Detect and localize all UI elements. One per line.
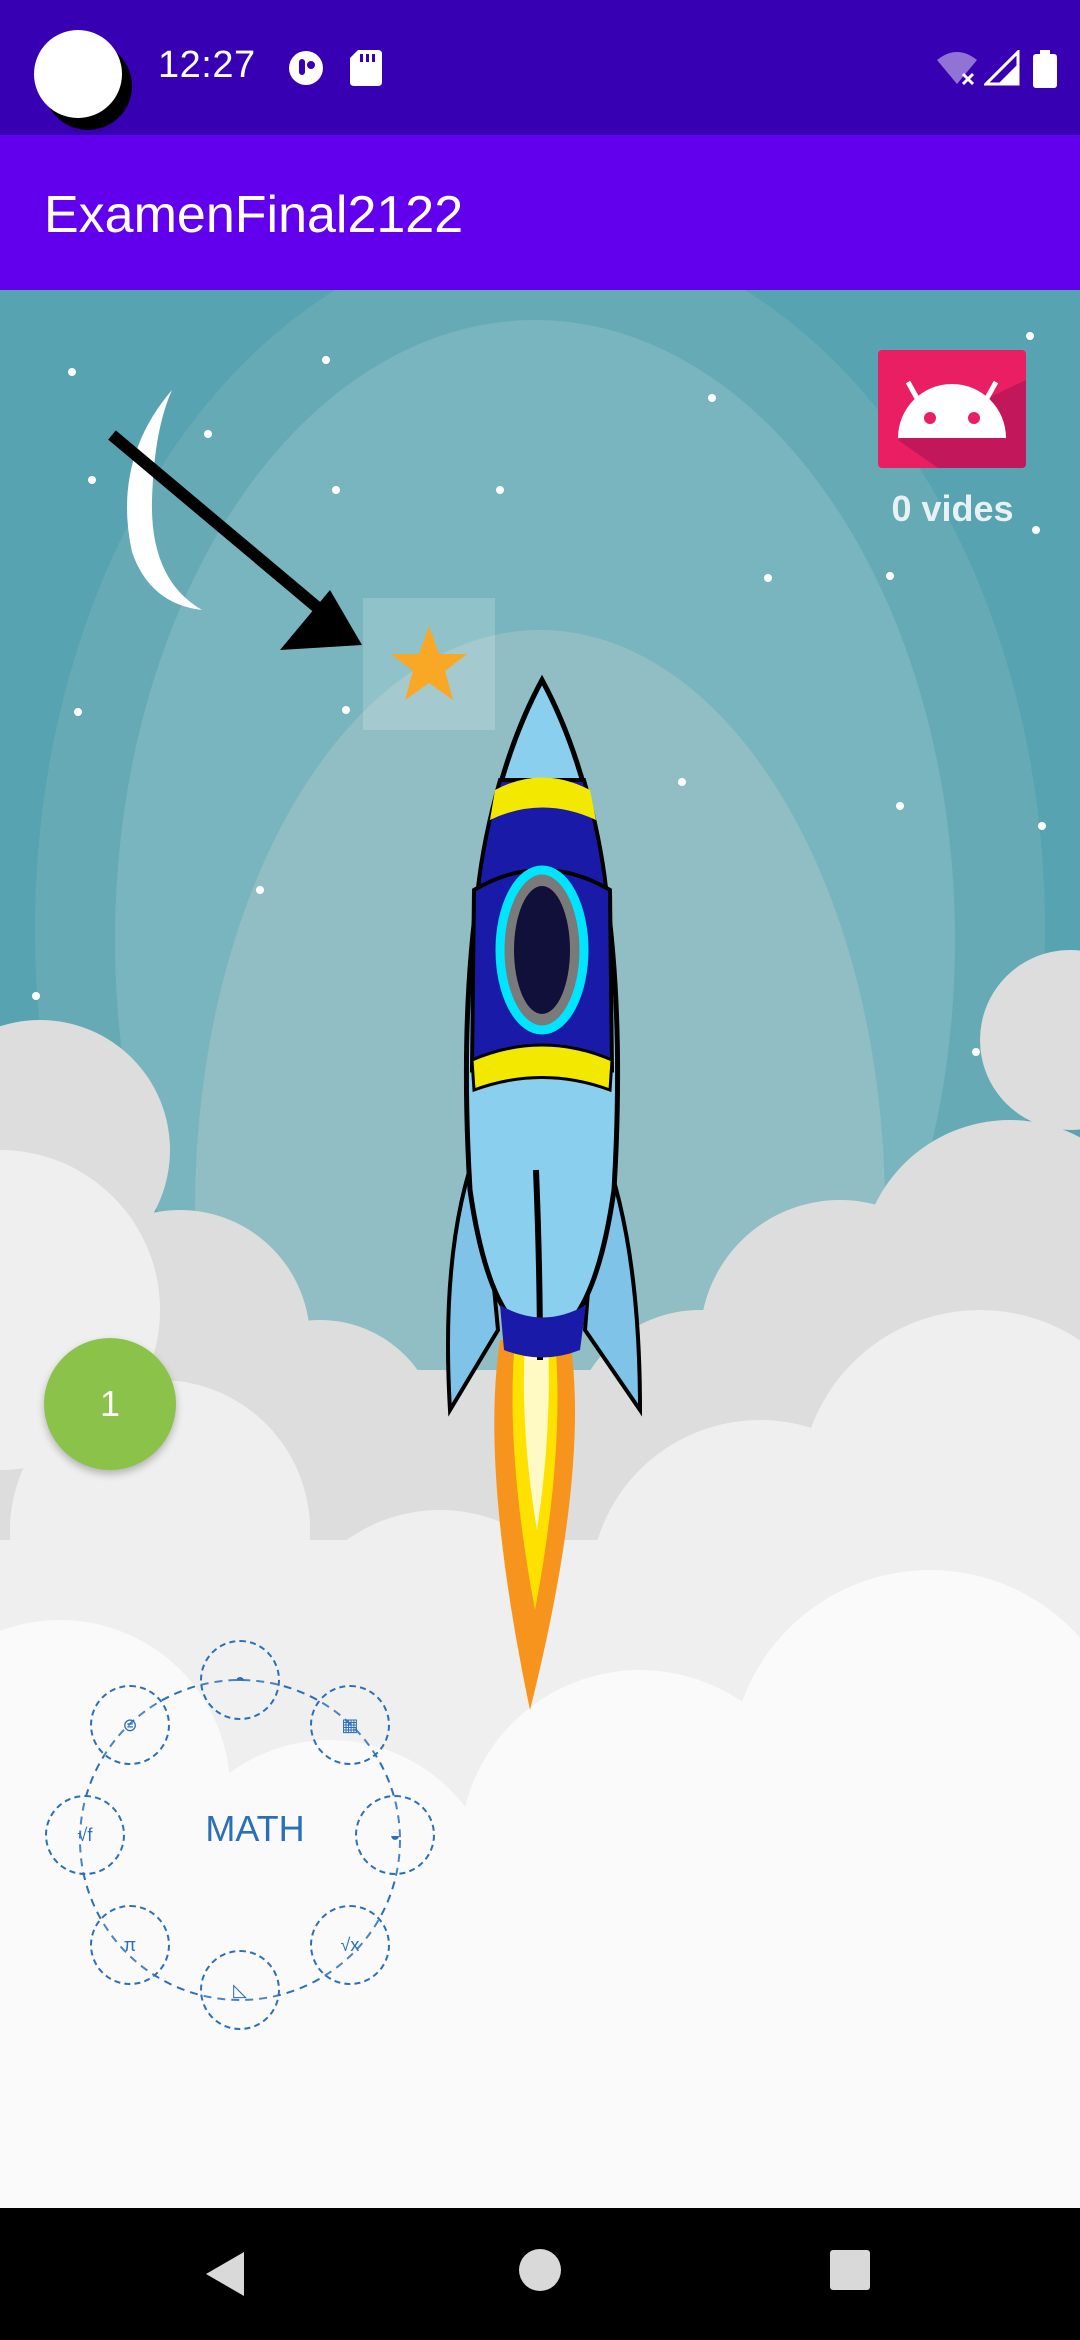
star-icon[interactable] [363, 598, 495, 730]
protractor-icon[interactable]: ◓ [200, 1640, 280, 1720]
app-title: ExamenFinal2122 [44, 186, 464, 244]
square-root-x-icon[interactable]: √x [310, 1905, 390, 1985]
back-button[interactable] [200, 2248, 252, 2300]
target-star-slot[interactable] [363, 598, 495, 730]
home-button[interactable] [518, 2248, 562, 2292]
game-scene[interactable]: 0 vides 1 ◓ ▦ ◒ √x ◺ π √f ⊜ MATH [0, 290, 1080, 2208]
signal-icon [984, 50, 1020, 86]
pi-symbol-icon[interactable]: π [90, 1905, 170, 1985]
app-notification-icon [289, 51, 323, 85]
android-icon [898, 380, 1026, 468]
calculator-icon[interactable]: ▦ [310, 1685, 390, 1765]
lives-label: 0 vides [891, 488, 1014, 529]
math-menu[interactable]: ◓ ▦ ◒ √x ◺ π √f ⊜ MATH [30, 1630, 450, 2050]
camera-cutout [34, 30, 122, 118]
math-menu-label: MATH [205, 1808, 305, 1849]
set-square-icon[interactable]: ◺ [200, 1950, 280, 2030]
root-function-icon[interactable]: √f [45, 1795, 125, 1875]
recents-button[interactable] [828, 2248, 872, 2292]
sd-card-icon [350, 50, 382, 86]
equals-icon[interactable]: ⊜ [90, 1685, 170, 1765]
score-counter[interactable]: 1 [44, 1338, 176, 1470]
wifi-off-icon [937, 52, 977, 86]
navigation-bar [0, 2208, 1080, 2340]
status-bar: 12:27 [0, 0, 1080, 135]
status-time: 12:27 [158, 44, 256, 86]
battery-icon [1033, 50, 1057, 88]
half-circle-icon[interactable]: ◒ [355, 1795, 435, 1875]
app-bar: ExamenFinal2122 [0, 135, 1080, 290]
android-lives-icon [878, 350, 1026, 468]
